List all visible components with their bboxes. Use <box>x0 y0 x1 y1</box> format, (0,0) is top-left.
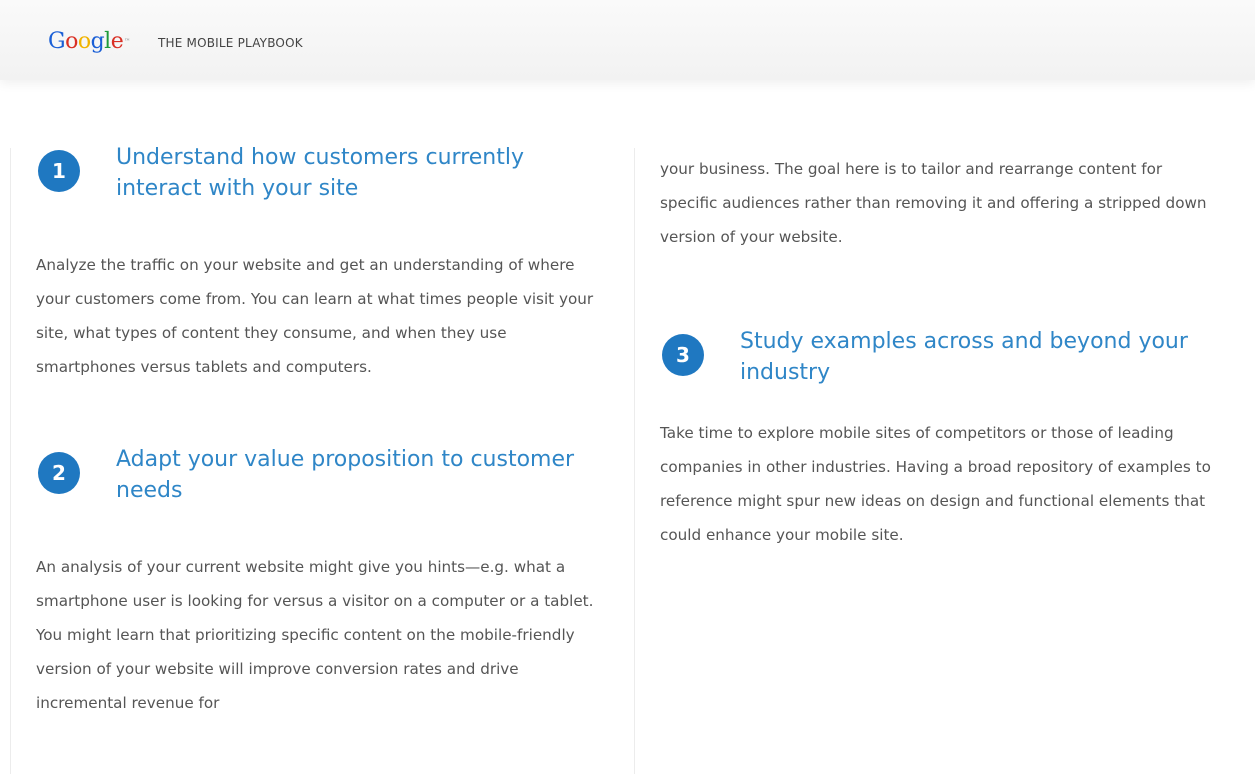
logo-letter: o <box>77 29 91 54</box>
step-title: Understand how customers currently inter… <box>116 145 524 201</box>
step-number-badge: 2 <box>38 452 80 494</box>
logo-letter: G <box>48 29 66 54</box>
step-body: An analysis of your current website migh… <box>36 558 594 712</box>
step-number-badge: 1 <box>38 150 80 192</box>
step-1: 1 Understand how customers currently int… <box>36 140 611 384</box>
left-column-rule <box>10 148 11 774</box>
step-number-badge: 3 <box>662 334 704 376</box>
step-2: 2 Adapt your value proposition to custom… <box>36 442 611 720</box>
step-3-heading: 3 Study examples across and beyond your … <box>660 324 1220 414</box>
step-2-body-continued: your business. The goal here is to tailo… <box>660 160 1207 246</box>
step-3: 3 Study examples across and beyond your … <box>660 324 1220 552</box>
step-2-heading: 2 Adapt your value proposition to custom… <box>36 442 611 532</box>
logo-letter: o <box>65 29 78 54</box>
step-1-heading: 1 Understand how customers currently int… <box>36 140 611 230</box>
google-logo[interactable]: Google™ <box>48 27 130 57</box>
column-divider <box>634 148 635 774</box>
step-body: Analyze the traffic on your website and … <box>36 256 594 376</box>
logo-letter: e <box>110 29 124 54</box>
right-column: your business. The goal here is to tailo… <box>660 152 1220 552</box>
step-body: Take time to explore mobile sites of com… <box>660 424 1211 544</box>
step-title: Adapt your value proposition to customer… <box>116 447 575 503</box>
header-title[interactable]: THE MOBILE PLAYBOOK <box>158 36 303 50</box>
left-column: 1 Understand how customers currently int… <box>36 140 611 720</box>
page-header: Google™ THE MOBILE PLAYBOOK <box>0 0 1255 80</box>
trademark-mark: ™ <box>124 38 130 45</box>
step-title: Study examples across and beyond your in… <box>740 329 1188 385</box>
logo-letter: g <box>90 29 105 54</box>
